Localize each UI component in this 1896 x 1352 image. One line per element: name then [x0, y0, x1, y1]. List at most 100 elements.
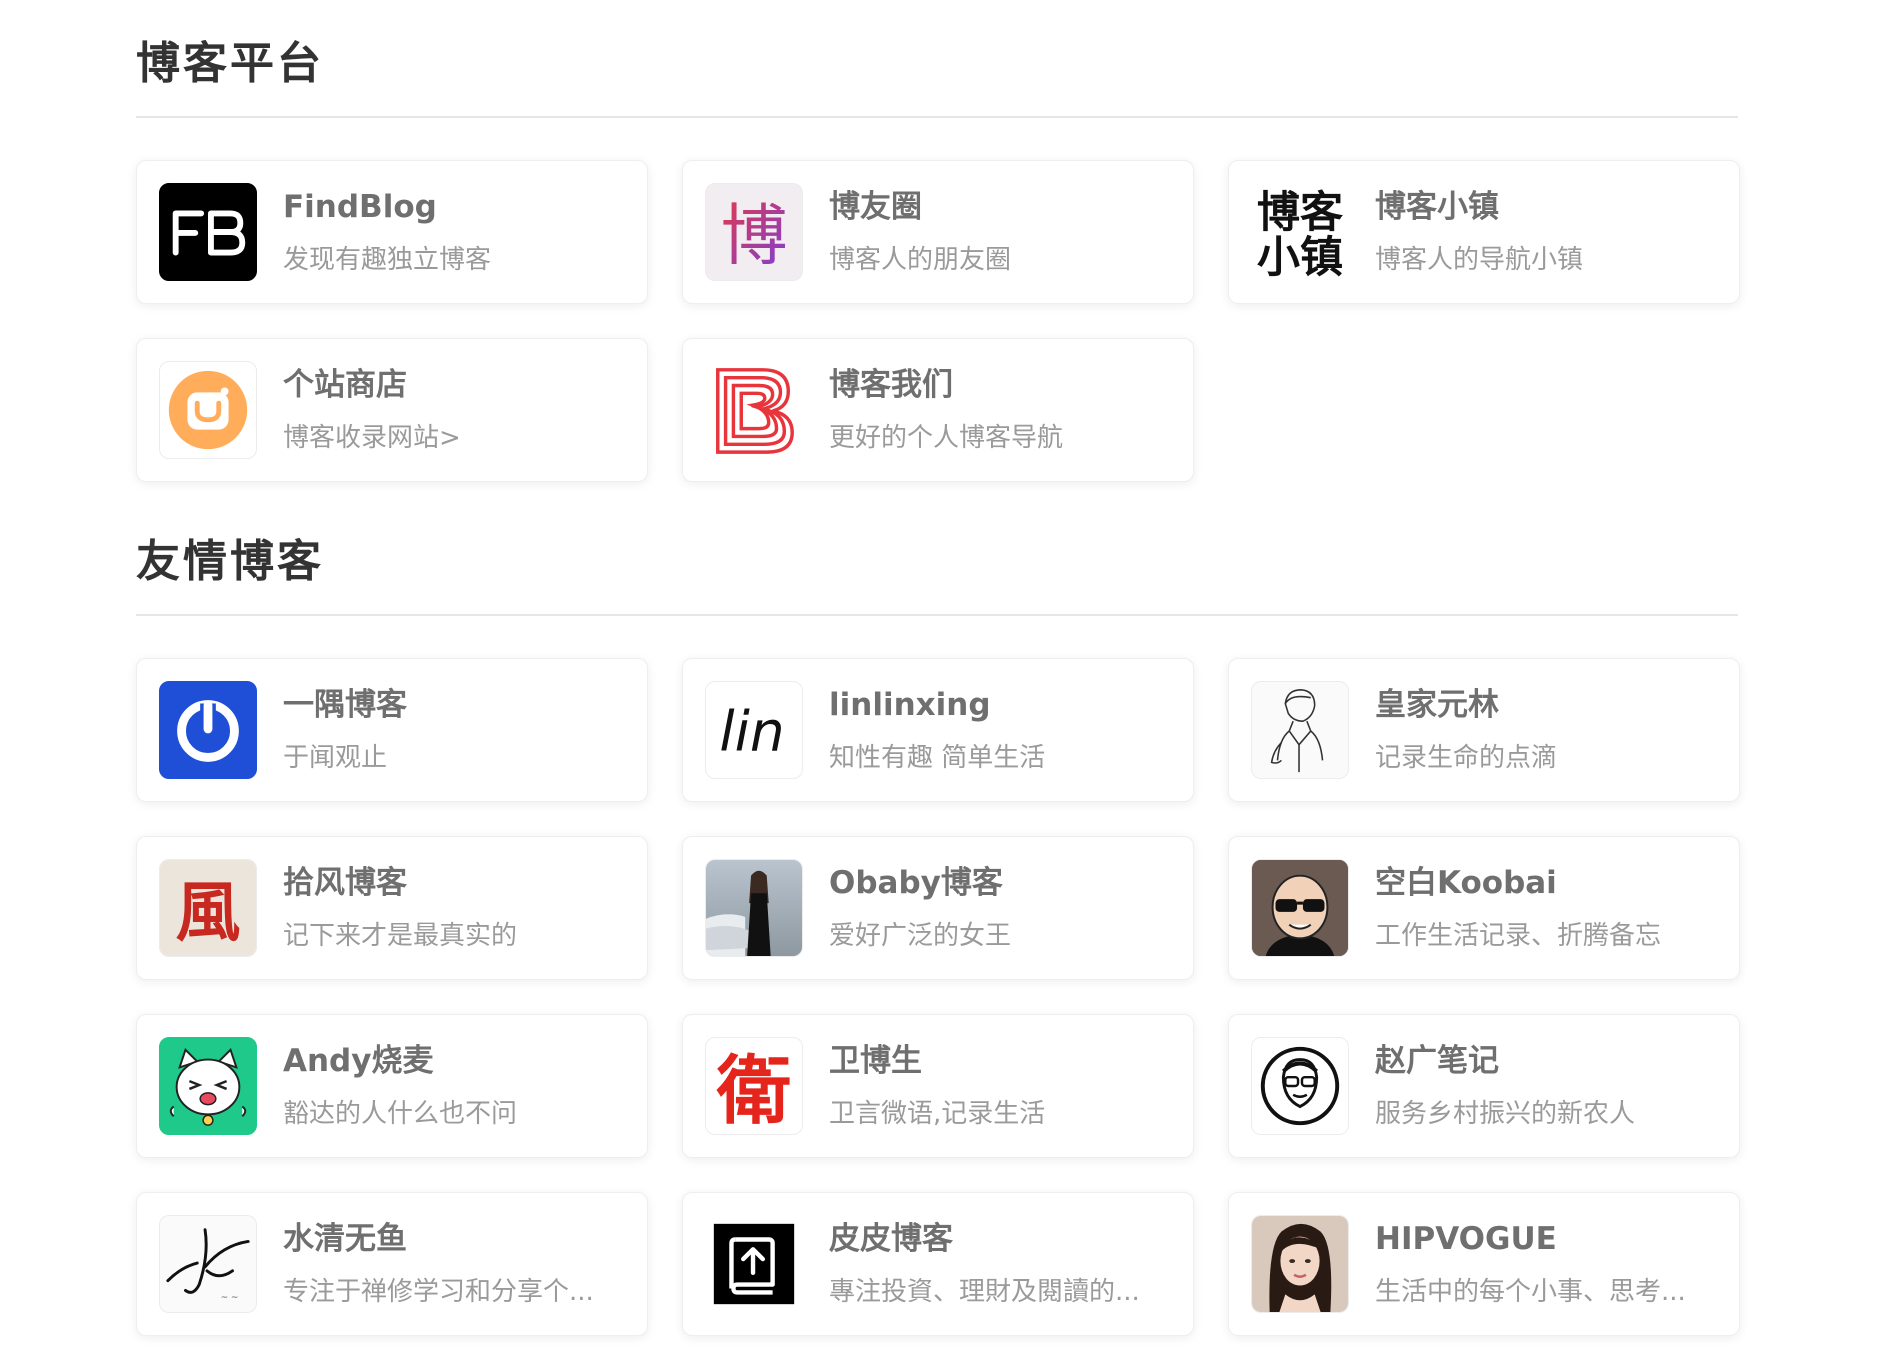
blog-card-info: 卫博生 卫言微语,记录生活 [829, 1041, 1173, 1131]
blog-card[interactable]: 博 博友圈 博客人的朋友圈 [682, 160, 1194, 304]
blog-town-icon: 博客 小镇 [1251, 183, 1349, 281]
sunglasses-avatar-icon [1251, 859, 1349, 957]
section-blog-platforms: 博客平台 FindBlog 发现有趣独立博客 博 博友圈 博客人的朋友圈 博客 … [136, 0, 1740, 482]
blog-description: 博客人的朋友圈 [829, 245, 1012, 275]
blog-card-info: 拾风博客 记下来才是最真实的 [283, 863, 627, 953]
blog-card[interactable]: 空白Koobai 工作生活记录、折腾备忘 [1228, 836, 1740, 980]
blog-name: 水清无鱼 [283, 1221, 407, 1257]
section-divider [136, 116, 1738, 118]
blog-description: 工作生活记录、折腾备忘 [1375, 921, 1662, 951]
blog-name: Obaby博客 [829, 865, 1003, 901]
blog-card[interactable]: 風 拾风博客 记下来才是最真实的 [136, 836, 648, 980]
blog-card-info: 水清无鱼 专注于禅修学习和分享个... [283, 1219, 627, 1309]
feng-character-icon: 風 [159, 859, 257, 957]
blog-name: 空白Koobai [1375, 865, 1557, 901]
svg-text:博: 博 [721, 196, 788, 274]
blog-card-info: 赵广笔记 服务乡村振兴的新农人 [1375, 1041, 1719, 1131]
blog-description: 博客收录网站> [283, 423, 461, 453]
wei-icon-text: 衛 [716, 1046, 791, 1134]
blog-card[interactable]: FindBlog 发现有趣独立博客 [136, 160, 648, 304]
blog-name: 卫博生 [829, 1043, 922, 1079]
svg-text:~ ~: ~ ~ [221, 1293, 239, 1303]
blog-description: 更好的个人博客导航 [829, 423, 1064, 453]
woman-portrait-icon [1251, 1215, 1349, 1313]
blog-name: 博友圈 [829, 189, 922, 225]
blog-description: 记下来才是最真实的 [283, 921, 518, 951]
blog-description: 知性有趣 简单生活 [829, 743, 1046, 773]
blog-name: Andy烧麦 [283, 1043, 434, 1079]
blog-card-info: 博友圈 博客人的朋友圈 [829, 187, 1173, 277]
blog-card-grid: FindBlog 发现有趣独立博客 博 博友圈 博客人的朋友圈 博客 小镇 博客… [136, 160, 1740, 482]
blog-description: 爱好广泛的女王 [829, 921, 1012, 951]
blog-card[interactable]: ~ ~ 水清无鱼 专注于禅修学习和分享个... [136, 1192, 648, 1336]
blog-card-info: 博客我们 更好的个人博客导航 [829, 365, 1173, 455]
blog-card-info: Obaby博客 爱好广泛的女王 [829, 863, 1173, 953]
blog-description: 生活中的每个小事、思考... [1375, 1277, 1686, 1307]
blog-name: 个站商店 [283, 367, 407, 403]
blog-directory-page: 博客平台 FindBlog 发现有趣独立博客 博 博友圈 博客人的朋友圈 博客 … [0, 0, 1896, 1352]
blog-card-info: FindBlog 发现有趣独立博客 [283, 187, 627, 277]
blog-card[interactable]: Obaby博客 爱好广泛的女王 [682, 836, 1194, 980]
blog-name: 博客小镇 [1375, 189, 1499, 225]
blog-card[interactable]: 博客我们 更好的个人博客导航 [682, 338, 1194, 482]
blog-description: 卫言微语,记录生活 [829, 1099, 1046, 1129]
blog-card[interactable]: HIPVOGUE 生活中的每个小事、思考... [1228, 1192, 1740, 1336]
blog-card-info: linlinxing 知性有趣 简单生活 [829, 685, 1173, 775]
blog-card-info: 个站商店 博客收录网站> [283, 365, 627, 455]
blog-card[interactable]: 赵广笔记 服务乡村振兴的新农人 [1228, 1014, 1740, 1158]
blog-card-info: 空白Koobai 工作生活记录、折腾备忘 [1375, 863, 1719, 953]
blog-town-icon-line-1: 博客 [1257, 188, 1344, 238]
blog-description: 发现有趣独立博客 [283, 245, 492, 275]
blog-name: FindBlog [283, 189, 437, 225]
blog-card[interactable]: Andy烧麦 豁达的人什么也不问 [136, 1014, 648, 1158]
fb-logo-icon [159, 183, 257, 281]
blog-card-info: 皇家元林 记录生命的点滴 [1375, 685, 1719, 775]
blog-name: linlinxing [829, 687, 991, 723]
wei-character-icon: 衛 [705, 1037, 803, 1135]
blog-card[interactable]: lin linlinxing 知性有趣 简单生活 [682, 658, 1194, 802]
blog-description: 专注于禅修学习和分享个... [283, 1277, 594, 1307]
bo-character-icon: 博 [705, 183, 803, 281]
section-friend-blogs: 友情博客 一隅博客 于闻观止 lin linlinxing 知性有趣 简单生活 … [136, 482, 1740, 1336]
blog-card[interactable]: 一隅博客 于闻观止 [136, 658, 648, 802]
blog-card[interactable]: 皮皮博客 專注投資、理財及閱讀的... [682, 1192, 1194, 1336]
blog-description: 服务乡村振兴的新农人 [1375, 1099, 1636, 1129]
blog-card-grid: 一隅博客 于闻观止 lin linlinxing 知性有趣 简单生活 皇家元林 … [136, 658, 1740, 1336]
blog-description: 于闻观止 [283, 743, 388, 773]
b-stripes-icon [705, 361, 803, 459]
blog-card-info: Andy烧麦 豁达的人什么也不问 [283, 1041, 627, 1131]
section-title: 博客平台 [136, 38, 324, 89]
blog-name: 皇家元林 [1375, 687, 1499, 723]
blog-card-info: 一隅博客 于闻观止 [283, 685, 627, 775]
blog-name: 博客我们 [829, 367, 953, 403]
power-icon [159, 681, 257, 779]
section-divider [136, 614, 1738, 616]
feng-icon-text: 風 [176, 874, 241, 950]
signature-icon: ~ ~ [159, 1215, 257, 1313]
sketch-portrait-icon [1251, 681, 1349, 779]
blog-card-info: 博客小镇 博客人的导航小镇 [1375, 187, 1719, 277]
section-title: 友情博客 [136, 536, 324, 587]
blog-card[interactable]: 博客 小镇 博客小镇 博客人的导航小镇 [1228, 160, 1740, 304]
lin-text-icon: lin [705, 681, 803, 779]
blog-card[interactable]: 皇家元林 记录生命的点滴 [1228, 658, 1740, 802]
cartoon-cat-icon [159, 1037, 257, 1135]
glasses-face-icon [1251, 1037, 1349, 1135]
blog-description: 專注投資、理財及閱讀的... [829, 1277, 1140, 1307]
blog-name: 皮皮博客 [829, 1221, 953, 1257]
lin-icon-text: lin [719, 700, 784, 764]
blog-description: 记录生命的点滴 [1375, 743, 1558, 773]
shop-bag-icon [159, 361, 257, 459]
blog-card[interactable]: 衛 卫博生 卫言微语,记录生活 [682, 1014, 1194, 1158]
book-upload-icon [705, 1215, 803, 1313]
blog-card-info: HIPVOGUE 生活中的每个小事、思考... [1375, 1219, 1719, 1309]
blog-description: 豁达的人什么也不问 [283, 1099, 518, 1129]
blog-town-icon-line-2: 小镇 [1257, 233, 1343, 281]
blog-description: 博客人的导航小镇 [1375, 245, 1584, 275]
blog-name: HIPVOGUE [1375, 1221, 1557, 1257]
blog-name: 赵广笔记 [1375, 1043, 1499, 1079]
blog-card[interactable]: 个站商店 博客收录网站> [136, 338, 648, 482]
blog-name: 一隅博客 [283, 687, 407, 723]
blog-name: 拾风博客 [283, 865, 407, 901]
blog-card-info: 皮皮博客 專注投資、理財及閱讀的... [829, 1219, 1173, 1309]
